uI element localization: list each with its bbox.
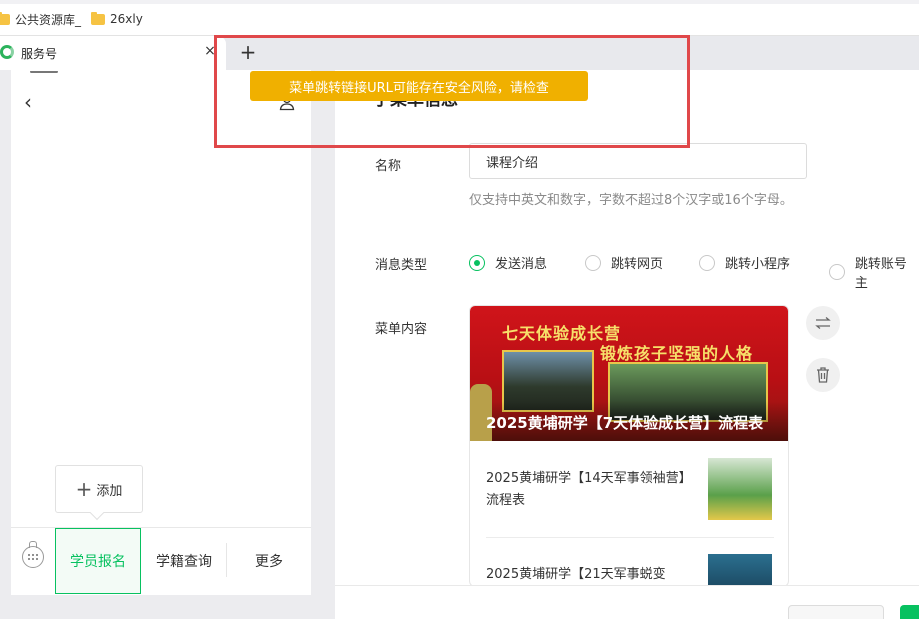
add-submenu-button[interactable]: + 添加 bbox=[55, 465, 143, 513]
footer-secondary-button[interactable] bbox=[788, 605, 884, 619]
menu-content-label: 菜单内容 bbox=[375, 322, 428, 337]
article-thumbnail bbox=[708, 458, 772, 520]
wechat-logo-icon bbox=[0, 45, 14, 59]
radio-jump-miniprogram[interactable]: 跳转小程序 bbox=[699, 253, 790, 272]
radio-checked-icon bbox=[469, 254, 485, 271]
radio-jump-webpage[interactable]: 跳转网页 bbox=[585, 253, 663, 272]
back-arrow-icon[interactable]: ‹ bbox=[24, 92, 32, 112]
bookmark-26xly[interactable]: 26xly bbox=[91, 10, 143, 28]
radio-label: 发送消息 bbox=[495, 257, 548, 272]
radio-unchecked-icon bbox=[829, 264, 845, 280]
footer-primary-button[interactable] bbox=[900, 605, 919, 619]
menu-item-student-signup[interactable]: 学员报名 bbox=[55, 528, 141, 594]
article-cover-image: 七天体验成长营 锻炼孩子坚强的人格 2025黄埔研学【7天体验成长营】流程表 bbox=[470, 306, 788, 441]
menu-item-enrollment-query[interactable]: 学籍查询 bbox=[141, 528, 227, 594]
article-thumbnail bbox=[708, 554, 772, 586]
bookmark-label: 公共资源库_ bbox=[15, 12, 82, 27]
keyboard-icon[interactable] bbox=[22, 541, 44, 568]
radio-label: 跳转小程序 bbox=[725, 257, 791, 272]
name-label: 名称 bbox=[375, 159, 402, 174]
folder-icon bbox=[0, 11, 10, 25]
delete-icon[interactable] bbox=[806, 358, 840, 392]
status-bar-fragment bbox=[30, 71, 58, 75]
cover-slogan: 锻炼孩子坚强的人格 bbox=[600, 344, 754, 363]
add-label: 添加 bbox=[96, 483, 123, 499]
radio-unchecked-icon bbox=[699, 254, 715, 271]
article-divider bbox=[486, 537, 774, 538]
folder-icon bbox=[91, 11, 105, 25]
name-hint: 仅支持中英文和数字，字数不超过8个汉字或16个字母。 bbox=[469, 193, 793, 208]
phone-preview bbox=[11, 70, 311, 595]
article-item-title: 2025黄埔研学【14天军事领袖营】流程表 bbox=[486, 471, 686, 508]
article-cover-title: 2025黄埔研学【7天体验成长营】流程表 bbox=[486, 414, 764, 432]
radio-label: 跳转网页 bbox=[611, 257, 664, 272]
article-card[interactable]: 七天体验成长营 锻炼孩子坚强的人格 2025黄埔研学【7天体验成长营】流程表 2… bbox=[469, 305, 789, 587]
radio-jump-account-home[interactable]: 跳转账号主 bbox=[829, 253, 919, 291]
menu-name-value: 课程介绍 bbox=[486, 155, 539, 171]
swap-arrows-icon bbox=[815, 317, 831, 329]
bookmark-label: 26xly bbox=[110, 12, 143, 26]
article-item-title: 2025黄埔研学【21天军事蜕变 bbox=[486, 567, 666, 582]
bookmarks-bar: 公共资源库_ 26xly bbox=[0, 0, 919, 36]
swap-icon[interactable] bbox=[806, 306, 840, 340]
radio-send-message[interactable]: 发送消息 bbox=[469, 253, 547, 272]
address-bar-edge bbox=[0, 0, 919, 4]
bookmark-public-library[interactable]: 公共资源库_ bbox=[0, 10, 81, 28]
plus-icon: + bbox=[75, 477, 93, 501]
menu-name-input[interactable]: 课程介绍 bbox=[469, 143, 807, 179]
tab-title: 服务号 bbox=[21, 47, 58, 61]
message-type-label: 消息类型 bbox=[375, 258, 428, 273]
radio-label: 跳转账号主 bbox=[854, 257, 907, 291]
trash-icon bbox=[817, 367, 829, 383]
radio-unchecked-icon bbox=[585, 254, 601, 271]
menu-item-more[interactable]: 更多 bbox=[227, 528, 311, 594]
highlight-box bbox=[214, 35, 690, 148]
